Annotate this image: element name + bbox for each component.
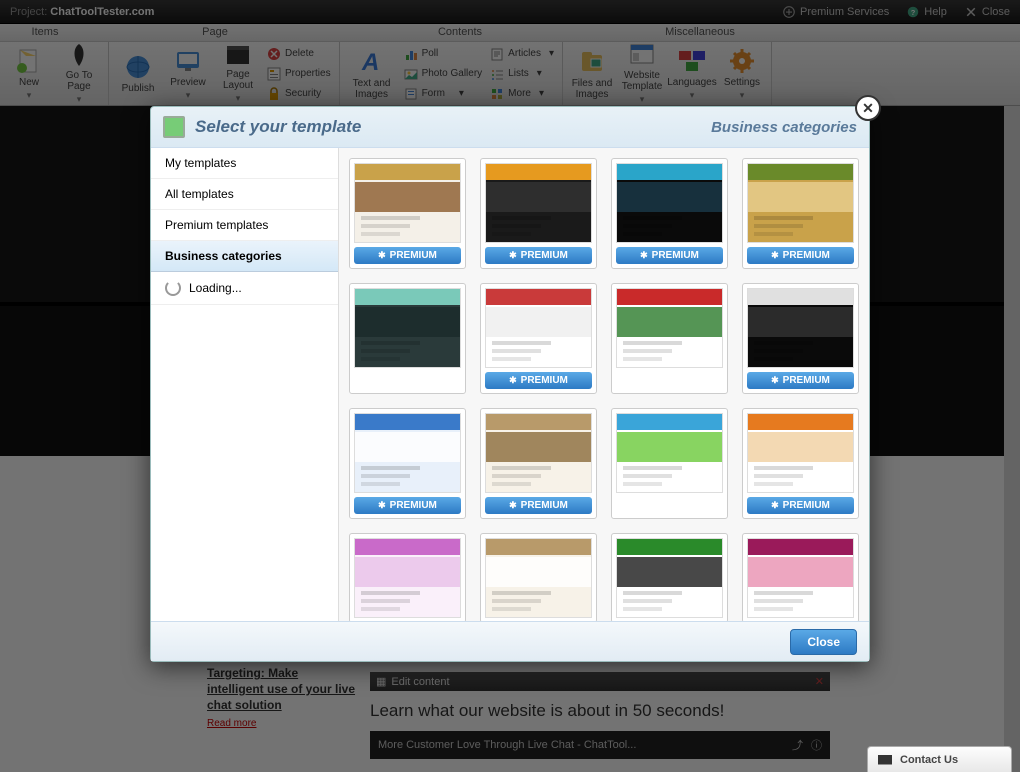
template-thumbnail <box>747 413 854 493</box>
template-card[interactable]: PREMIUM <box>742 283 859 394</box>
modal-title: Select your template <box>195 117 701 137</box>
template-thumbnail <box>354 413 461 493</box>
template-card[interactable] <box>611 533 728 621</box>
template-sidebar: My templates All templates Premium templ… <box>151 148 339 621</box>
premium-badge: PREMIUM <box>616 247 723 264</box>
modal-close-button[interactable]: Close <box>790 629 857 655</box>
premium-badge: PREMIUM <box>747 247 854 264</box>
template-thumbnail <box>485 538 592 618</box>
contact-us-tab[interactable]: Contact Us <box>867 746 1012 772</box>
template-thumbnail <box>485 413 592 493</box>
template-header-icon <box>163 116 185 138</box>
template-card[interactable]: PREMIUM <box>349 158 466 269</box>
template-thumbnail <box>747 163 854 243</box>
template-card[interactable] <box>611 283 728 394</box>
sidebar-item-business-categories[interactable]: Business categories <box>151 241 338 272</box>
premium-badge: PREMIUM <box>354 497 461 514</box>
template-card[interactable] <box>611 408 728 519</box>
premium-badge: PREMIUM <box>485 497 592 514</box>
premium-badge: PREMIUM <box>354 247 461 264</box>
template-card[interactable] <box>349 533 466 621</box>
template-card[interactable]: PREMIUM <box>742 158 859 269</box>
modal-header: Select your template Business categories <box>151 107 869 147</box>
template-card[interactable]: PREMIUM <box>742 408 859 519</box>
template-card[interactable] <box>480 533 597 621</box>
template-card[interactable]: PREMIUM <box>480 408 597 519</box>
premium-badge: PREMIUM <box>747 372 854 389</box>
template-thumbnail <box>485 163 592 243</box>
template-thumbnail <box>747 538 854 618</box>
template-card[interactable]: PREMIUM <box>480 283 597 394</box>
template-thumbnail <box>354 538 461 618</box>
envelope-icon <box>878 755 892 765</box>
sidebar-item-my-templates[interactable]: My templates <box>151 148 338 179</box>
sidebar-item-all-templates[interactable]: All templates <box>151 179 338 210</box>
template-grid-scroll[interactable]: PREMIUM PREMIUM PREMIUM PREMIUM PREMIUM PREMI… <box>339 148 869 621</box>
template-thumbnail <box>616 413 723 493</box>
template-thumbnail <box>616 538 723 618</box>
template-thumbnail <box>354 163 461 243</box>
sidebar-loading: Loading... <box>151 272 338 305</box>
template-modal: ✕ Select your template Business categori… <box>150 106 870 662</box>
template-grid: PREMIUM PREMIUM PREMIUM PREMIUM PREMIUM PREMI… <box>349 158 859 621</box>
template-card[interactable]: PREMIUM <box>611 158 728 269</box>
premium-badge: PREMIUM <box>747 497 854 514</box>
template-thumbnail <box>485 288 592 368</box>
template-card[interactable]: PREMIUM <box>349 408 466 519</box>
template-thumbnail <box>616 288 723 368</box>
modal-close-x[interactable]: ✕ <box>855 95 881 121</box>
template-card[interactable] <box>349 283 466 394</box>
sidebar-item-premium-templates[interactable]: Premium templates <box>151 210 338 241</box>
premium-badge: PREMIUM <box>485 372 592 389</box>
template-card[interactable] <box>742 533 859 621</box>
template-thumbnail <box>616 163 723 243</box>
modal-category: Business categories <box>711 119 857 136</box>
template-thumbnail <box>747 288 854 368</box>
modal-footer: Close <box>151 621 869 661</box>
premium-badge: PREMIUM <box>485 247 592 264</box>
template-thumbnail <box>354 288 461 368</box>
template-card[interactable]: PREMIUM <box>480 158 597 269</box>
